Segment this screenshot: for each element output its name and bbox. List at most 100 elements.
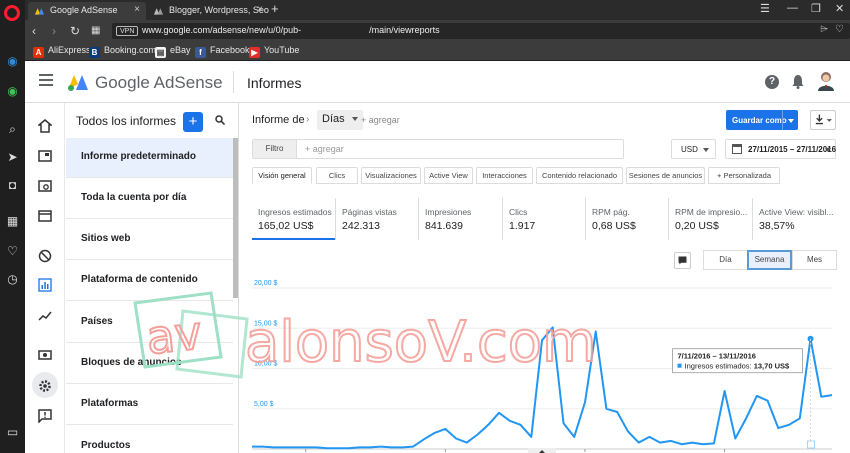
restore-icon[interactable]: ❐ [811,2,821,15]
add-dimension-link[interactable]: + agregar [361,115,400,125]
tab-ad-sessions[interactable]: Sesiones de anuncios [626,167,705,184]
date-range-picker[interactable]: 27/11/2015 – 27/11/2016 [725,139,836,159]
grid-icon[interactable]: ▦ [5,214,20,229]
new-tab-icon[interactable]: + [271,1,279,16]
history-icon[interactable]: ◷ [5,272,20,287]
close-window-icon[interactable]: ✕ [835,2,844,15]
header-divider [233,71,234,93]
ads-icon[interactable] [38,149,52,163]
tooltip-series-swatch [677,363,682,368]
block-icon[interactable] [38,249,52,263]
report-item-ad-units[interactable]: Bloques de anuncios [66,344,233,384]
bookmark-aliexpress[interactable]: A AliExpress [33,45,91,58]
metric-clicks[interactable]: Clics 1.917 [502,198,585,240]
report-item-content-platform[interactable]: Plataforma de contenido [66,261,233,301]
filter-bar[interactable]: Filtro + agregar [252,139,624,159]
tab-google-adsense[interactable]: Google AdSense × [28,2,146,20]
snapshot-icon[interactable]: ⌲ [820,24,828,35]
report-item-products[interactable]: Productos [66,427,233,453]
close-tab-icon[interactable]: × [257,4,263,15]
filter-button[interactable]: Filtro [253,140,297,158]
reports-panel-title: Todos los informes [76,114,177,128]
bookmark-youtube[interactable]: ▶ YouTube [249,45,299,58]
settings-gear-icon[interactable] [38,379,52,393]
y-tick-label: 15,00 $ [254,320,277,327]
chevron-down-icon[interactable] [788,119,794,123]
annotation-marker [807,440,815,449]
feedback-icon[interactable] [38,409,52,423]
dimension-select[interactable]: Días [317,110,363,130]
tab-custom[interactable]: + Personalizada [708,167,780,184]
bookmark-ebay[interactable]: ▤ eBay [155,45,191,58]
download-button[interactable] [810,110,836,130]
opera-sidebar: ◉ ◉ ⌕ ➤ ◘ ▦ ♡ ◷ ▭ [0,0,25,453]
metric-page-rpm[interactable]: RPM pág. 0,68 US$ [585,198,668,240]
report-item-platforms[interactable]: Plataformas [66,385,233,425]
heart-icon[interactable]: ♡ [5,244,20,259]
bookmark-heart-icon[interactable]: ♡ [835,24,844,35]
content-search-icon[interactable] [38,179,52,193]
reports-scrollbar[interactable] [233,138,238,298]
reports-panel: Todos los informes + Informe predetermin… [66,103,239,453]
reports-icon[interactable] [38,278,52,292]
report-item-countries[interactable]: Países [66,303,233,343]
tab-active-view[interactable]: Active View [424,167,473,184]
metric-impression-rpm[interactable]: RPM de impresio... 0,20 US$ [668,198,752,240]
search-icon[interactable] [215,115,225,125]
report-item-default[interactable]: Informe predeterminado [66,138,233,178]
chevron-down-icon [703,148,709,152]
forward-icon[interactable]: › [52,24,56,38]
granularity-month[interactable]: Mes [792,250,837,270]
metric-estimated-earnings[interactable]: Ingresos estimados 165,02 US$ [252,198,335,240]
payments-icon[interactable] [38,348,52,362]
report-item-daily[interactable]: Toda la cuenta por día [66,179,233,219]
messenger-icon[interactable]: ◉ [5,54,20,69]
send-icon[interactable]: ➤ [5,150,20,165]
help-icon[interactable]: ? [765,75,779,89]
search-icon[interactable]: ⌕ [5,122,20,137]
opera-logo-icon[interactable] [4,5,20,21]
add-report-button[interactable]: + [183,112,203,132]
close-tab-icon[interactable]: × [134,4,140,15]
report-item-sites[interactable]: Sitios web [66,220,233,260]
add-filter-link[interactable]: + agregar [305,144,344,154]
granularity-week[interactable]: Semana [747,250,792,270]
tabs-grid-icon[interactable]: ▦ [91,25,100,36]
ebay-icon: ▤ [155,47,166,58]
granularity-day[interactable]: Día [703,250,748,270]
y-tick-label: 10,00 $ [254,361,277,368]
tab-views[interactable]: Visualizaciones [361,167,421,184]
bookmark-facebook[interactable]: f Facebook [195,45,250,58]
address-bar-row: ‹ › ↻ ▦ VPN www.google.com/adsense/new/u… [25,20,850,42]
minimize-icon[interactable]: — [787,2,798,14]
reload-icon[interactable]: ↻ [70,24,80,38]
metric-impressions[interactable]: Impresiones 841.639 [418,198,502,240]
avatar[interactable] [817,71,835,91]
back-icon[interactable]: ‹ [32,24,36,38]
bookmarks-bar: A AliExpress B Booking.com ▤ eBay f Facebook… [25,42,850,61]
save-as-button[interactable]: Guardar como [726,110,798,130]
tab-interactions[interactable]: Interacciones [476,167,533,184]
tooltip-title: 7/11/2016 – 13/11/2016 [678,352,756,361]
earnings-line-chart[interactable]: 20,00 $15,00 $10,00 $5,00 $1/1/20161/4/2… [240,273,850,453]
metric-page-views[interactable]: Páginas vistas 242.313 [335,198,418,240]
tab-clicks[interactable]: Clics [316,167,358,184]
sidebar-toggle-icon[interactable]: ▭ [5,425,20,440]
notifications-bell-icon[interactable] [792,74,804,89]
hamburger-menu-icon[interactable] [39,74,53,86]
trending-icon[interactable] [38,309,52,323]
sites-icon[interactable] [38,209,52,223]
currency-select[interactable]: USD [671,139,716,159]
home-icon[interactable] [38,119,52,133]
url-field[interactable]: VPN www.google.com/adsense/new/u/0/pub- /… [112,23,850,39]
camera-icon[interactable]: ◘ [5,178,20,193]
metric-active-view[interactable]: Active View: visibl... 38,57% [752,198,837,240]
whatsapp-icon[interactable]: ◉ [5,84,20,99]
annotation-comment-icon[interactable] [674,252,691,269]
bookmark-booking[interactable]: B Booking.com [89,45,156,58]
menu-icon[interactable]: ☰ [760,2,770,15]
tab-overview[interactable]: Visión general [252,167,312,184]
tab-related-content[interactable]: Contenido relacionado [536,167,623,184]
tab-blogger[interactable]: Blogger, Wordpress, Seo, T × [147,2,269,20]
vpn-badge[interactable]: VPN [116,26,139,36]
